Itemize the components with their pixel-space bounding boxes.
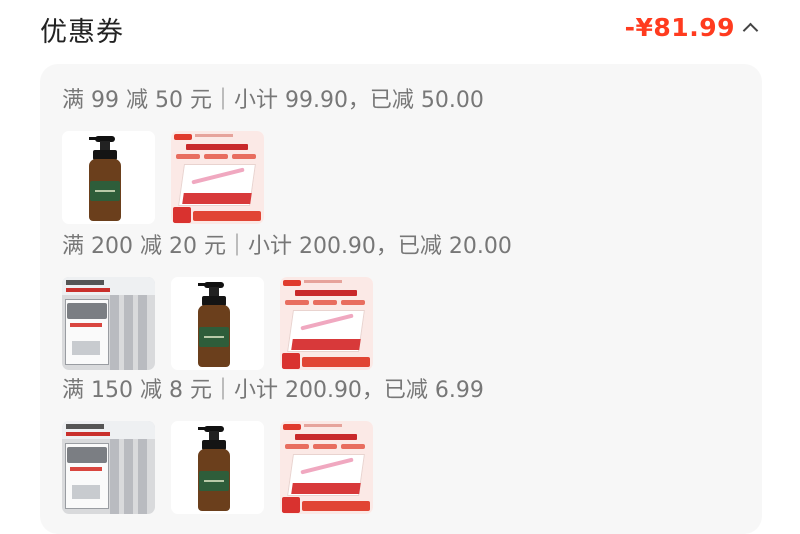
coupon-group: 满 150 减 8 元｜小计 200.90，已减 6.99 [62, 376, 484, 514]
chevron-up-icon[interactable] [742, 22, 759, 39]
product-thumbnail-gel-box[interactable] [280, 277, 373, 370]
foam-bottle-image [171, 421, 264, 514]
coupon-header[interactable]: 优惠券 -¥81.99 [0, 0, 800, 58]
product-thumbnail-bottle[interactable] [171, 277, 264, 370]
product-thumbnail-gel-box[interactable] [280, 421, 373, 514]
coupon-group: 满 99 减 50 元｜小计 99.90，已减 50.00 [62, 86, 484, 224]
coupon-group-title: 满 99 减 50 元｜小计 99.90，已减 50.00 [62, 88, 484, 113]
product-thumbnail-curtain[interactable] [62, 277, 155, 370]
coupon-title: 优惠券 [40, 17, 124, 48]
gel-box-image [280, 277, 373, 370]
product-thumbnail-gel-box[interactable] [171, 131, 264, 224]
curtain-image [62, 421, 155, 514]
product-thumbnail-curtain[interactable] [62, 421, 155, 514]
foam-bottle-image [62, 131, 155, 224]
product-thumbnail-bottle[interactable] [171, 421, 264, 514]
coupon-total-toggle[interactable]: -¥81.99 [624, 13, 759, 42]
gel-box-image [280, 421, 373, 514]
coupon-group-title: 满 200 减 20 元｜小计 200.90，已减 20.00 [62, 234, 512, 259]
foam-bottle-image [171, 277, 264, 370]
gel-box-image [171, 131, 264, 224]
coupon-group-title: 满 150 减 8 元｜小计 200.90，已减 6.99 [62, 378, 484, 403]
product-thumbnail-bottle[interactable] [62, 131, 155, 224]
curtain-image [62, 277, 155, 370]
product-thumbnail-list [62, 277, 512, 370]
product-thumbnail-list [62, 421, 484, 514]
coupon-group: 满 200 减 20 元｜小计 200.90，已减 20.00 [62, 232, 512, 370]
product-thumbnail-list [62, 131, 484, 224]
coupon-total-amount: -¥81.99 [624, 13, 735, 42]
